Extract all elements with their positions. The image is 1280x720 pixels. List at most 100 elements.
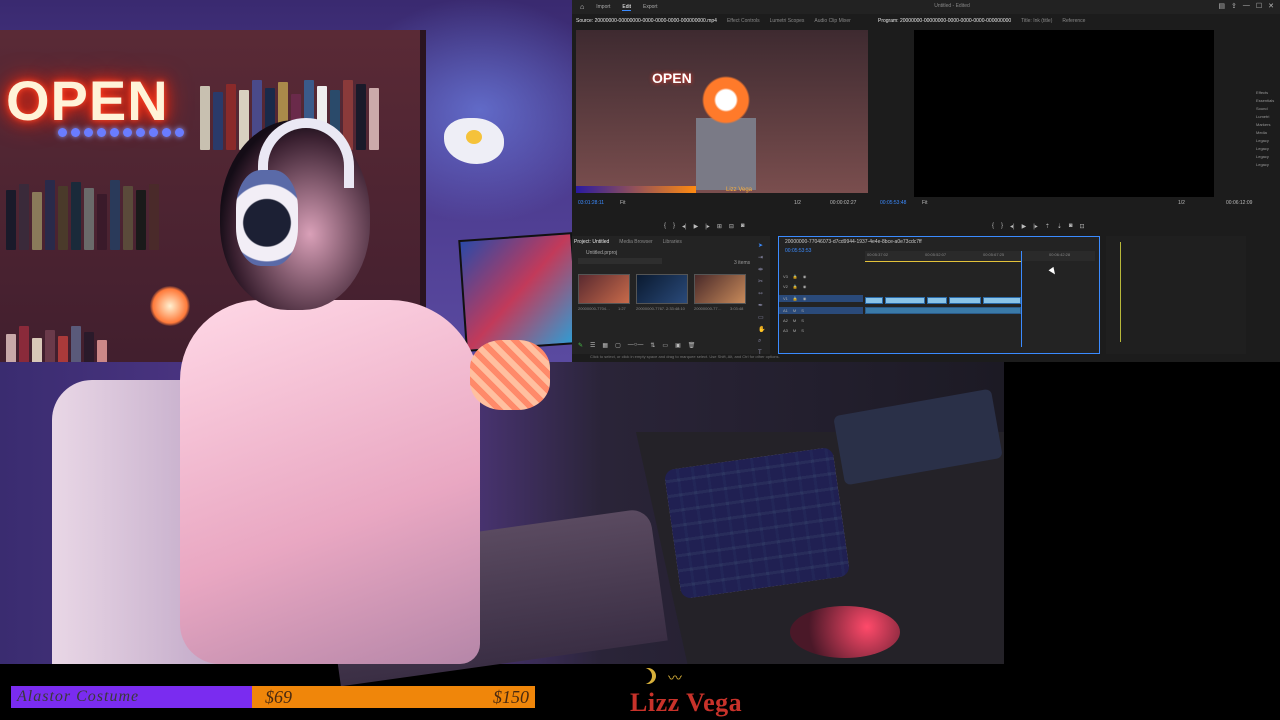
pen-icon[interactable]: ✒ bbox=[758, 302, 766, 309]
video-clip[interactable] bbox=[949, 297, 981, 304]
compare-icon[interactable]: ⊡ bbox=[1080, 223, 1085, 230]
tab-reference[interactable]: Reference bbox=[1062, 18, 1085, 24]
rail-item[interactable]: Legacy bbox=[1256, 146, 1280, 151]
moon-icon bbox=[636, 668, 652, 684]
program-monitor[interactable] bbox=[914, 30, 1214, 197]
track-header-v3[interactable]: V3 🔒 ◉ bbox=[779, 273, 863, 280]
sort-icon[interactable]: ⇅ bbox=[650, 342, 655, 349]
track-header-a3[interactable]: A3 M S bbox=[779, 327, 863, 334]
selection-tool-icon[interactable]: ➤ bbox=[758, 242, 766, 249]
ripple-edit-icon[interactable]: ⇹ bbox=[758, 266, 766, 273]
video-clip[interactable] bbox=[983, 297, 1021, 304]
zoom-icon[interactable]: ⌕ bbox=[758, 338, 766, 345]
new-item-icon[interactable]: ▣ bbox=[675, 342, 681, 349]
tab-media-browser[interactable]: Media Browser bbox=[619, 239, 652, 245]
tab-program[interactable]: Program: 20000000-00000000-0000-0000-000… bbox=[878, 18, 1011, 24]
source-page-fraction: 1/2 bbox=[794, 200, 801, 206]
clip-thumbnail[interactable] bbox=[694, 274, 746, 304]
rail-item[interactable]: Markers bbox=[1256, 122, 1280, 127]
step-forward-icon[interactable]: |▸ bbox=[705, 223, 710, 230]
clip-thumbnail[interactable] bbox=[578, 274, 630, 304]
overwrite-icon[interactable]: ⊟ bbox=[729, 223, 734, 230]
nav-edit[interactable]: Edit bbox=[622, 4, 632, 11]
trash-icon[interactable]: 🗑 bbox=[688, 342, 696, 349]
window-controls: ▤ ⇪ — ☐ ✕ bbox=[1218, 2, 1274, 10]
rectangle-icon[interactable]: ▭ bbox=[758, 314, 766, 321]
program-panel-tabs: Program: 20000000-00000000-0000-0000-000… bbox=[878, 16, 1085, 26]
track-header-v1[interactable]: V1 🔒 ◉ bbox=[779, 295, 863, 302]
workspace-icon[interactable]: ▤ bbox=[1218, 2, 1225, 10]
clip-thumbnail[interactable] bbox=[636, 274, 688, 304]
playhead[interactable] bbox=[1021, 251, 1022, 347]
tab-libraries[interactable]: Libraries bbox=[663, 239, 682, 245]
mark-in-icon[interactable]: { bbox=[664, 223, 666, 230]
tab-effect-controls[interactable]: Effect Controls bbox=[727, 18, 760, 24]
mark-in-icon[interactable]: { bbox=[992, 223, 994, 230]
video-clip[interactable] bbox=[865, 297, 883, 304]
timeline-ruler[interactable]: 00:05:37:02 00:05:52:07 00:05:67:25 00:0… bbox=[865, 251, 1095, 261]
camera-icon[interactable]: ◙ bbox=[741, 223, 745, 230]
video-clip[interactable] bbox=[885, 297, 925, 304]
step-back-icon[interactable]: ◂| bbox=[682, 223, 687, 230]
rail-item[interactable]: Sound bbox=[1256, 106, 1280, 111]
tab-project[interactable]: Project: Untitled bbox=[574, 239, 609, 245]
meter-bar bbox=[1120, 242, 1121, 342]
solo-icon: S bbox=[801, 318, 804, 323]
mark-out-icon[interactable]: } bbox=[1001, 223, 1003, 230]
extract-icon[interactable]: ⇣ bbox=[1057, 223, 1062, 230]
rail-item[interactable]: Media bbox=[1256, 130, 1280, 135]
play-icon[interactable]: ▶ bbox=[694, 223, 699, 230]
program-timecode[interactable]: 00:05:53:48 bbox=[880, 200, 906, 206]
lift-icon[interactable]: ⇡ bbox=[1045, 223, 1050, 230]
insert-icon[interactable]: ⊞ bbox=[717, 223, 722, 230]
mark-out-icon[interactable]: } bbox=[673, 223, 675, 230]
close-icon[interactable]: ✕ bbox=[1268, 2, 1274, 10]
item-count: 3 items bbox=[734, 260, 751, 266]
tab-lumetri-scopes[interactable]: Lumetri Scopes bbox=[770, 18, 805, 24]
new-bin-icon[interactable]: ▭ bbox=[662, 342, 668, 349]
maximize-icon[interactable]: ☐ bbox=[1256, 2, 1262, 10]
source-timecode[interactable]: 03:01:28:11 bbox=[578, 200, 604, 206]
track-header-a2[interactable]: A2 M S bbox=[779, 317, 863, 324]
video-clip[interactable] bbox=[927, 297, 947, 304]
tab-audio-clip-mixer[interactable]: Audio Clip Mixer bbox=[814, 18, 850, 24]
rail-item[interactable]: Legacy bbox=[1256, 138, 1280, 143]
tab-title[interactable]: Title: Ink (title) bbox=[1021, 18, 1052, 24]
step-forward-icon[interactable]: |▸ bbox=[1033, 223, 1038, 230]
project-search-input[interactable] bbox=[578, 258, 662, 264]
share-icon[interactable]: ⇪ bbox=[1231, 2, 1237, 10]
nav-export[interactable]: Export bbox=[643, 4, 657, 10]
track-header-a1[interactable]: A1 M S bbox=[779, 307, 863, 314]
audio-clip[interactable] bbox=[865, 307, 1021, 314]
source-monitor[interactable]: OPEN Lizz Vega bbox=[576, 30, 868, 193]
source-fit-select[interactable]: Fit bbox=[620, 200, 626, 206]
track-header-v2[interactable]: V2 🔒 ◉ bbox=[779, 283, 863, 290]
hand-icon[interactable]: ✋ bbox=[758, 326, 766, 333]
source-goal-bar bbox=[576, 186, 696, 193]
icon-view-icon[interactable]: ▦ bbox=[602, 342, 608, 349]
program-fit-select[interactable]: Fit bbox=[922, 200, 928, 206]
rail-item[interactable]: Essentials bbox=[1256, 98, 1280, 103]
pencil-icon[interactable]: ✎ bbox=[578, 342, 583, 349]
minimize-icon[interactable]: — bbox=[1243, 2, 1250, 10]
tab-source[interactable]: Source: 20000000-00000000-0000-0000-0000… bbox=[576, 18, 717, 24]
slip-icon[interactable]: ⇿ bbox=[758, 290, 766, 297]
egg-wall-decor bbox=[444, 118, 504, 164]
zoom-slider[interactable]: —○— bbox=[628, 342, 644, 349]
home-icon[interactable]: ⌂ bbox=[580, 4, 584, 11]
rail-item[interactable]: Legacy bbox=[1256, 154, 1280, 159]
camera-icon[interactable]: ◙ bbox=[1069, 223, 1073, 230]
freeform-view-icon[interactable]: ▢ bbox=[615, 342, 621, 349]
rail-item[interactable]: Effects bbox=[1256, 90, 1280, 95]
list-view-icon[interactable]: ☰ bbox=[590, 342, 595, 349]
play-icon[interactable]: ▶ bbox=[1022, 223, 1027, 230]
rail-item[interactable]: Lumetri bbox=[1256, 114, 1280, 119]
rail-item[interactable]: Legacy bbox=[1256, 162, 1280, 167]
razor-icon[interactable]: ✂ bbox=[758, 278, 766, 285]
timeline-panel[interactable]: 20000000-77046073-d7cd9944-1937-4e4e-8bc… bbox=[778, 236, 1100, 354]
track-select-icon[interactable]: ⇥ bbox=[758, 254, 766, 261]
timeline-timecode[interactable]: 00:05:53:53 bbox=[785, 248, 811, 254]
nav-import[interactable]: Import bbox=[596, 4, 610, 10]
step-back-icon[interactable]: ◂| bbox=[1010, 223, 1015, 230]
lock-icon: 🔒 bbox=[792, 274, 798, 279]
